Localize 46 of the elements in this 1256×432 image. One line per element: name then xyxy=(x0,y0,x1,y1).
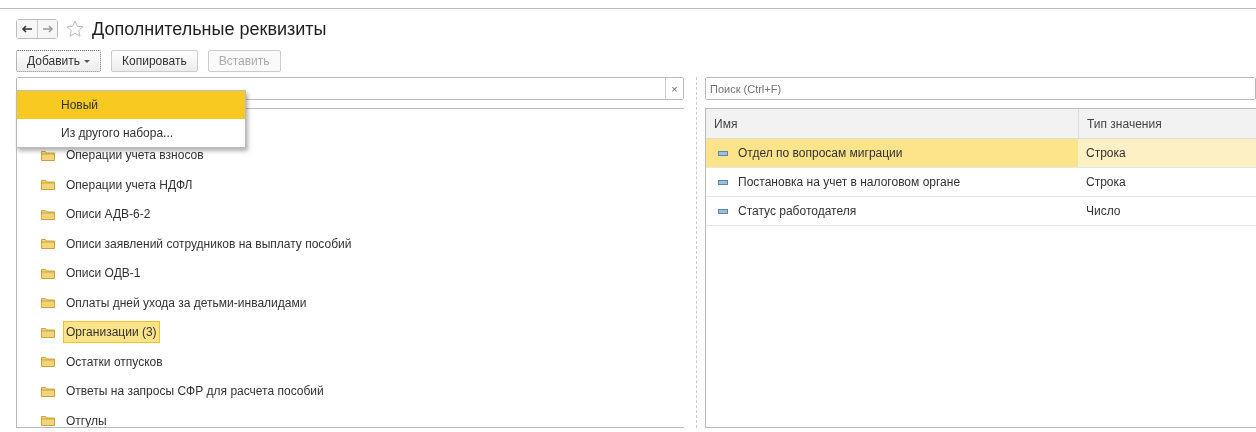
attribute-icon xyxy=(718,150,728,156)
star-icon[interactable] xyxy=(66,20,84,38)
folder-icon xyxy=(41,267,55,279)
attribute-name: Отдел по вопросам миграции xyxy=(738,146,903,160)
table-cell[interactable]: Строка xyxy=(1078,168,1256,196)
attribute-icon xyxy=(718,208,728,214)
folder-icon xyxy=(41,179,55,191)
folder-icon xyxy=(41,415,55,427)
back-arrow-icon xyxy=(21,25,33,33)
caret-icon xyxy=(84,59,91,63)
menu-item[interactable]: Новый xyxy=(17,91,245,119)
toolbar-button[interactable]: Копировать xyxy=(111,50,198,72)
tree-item[interactable]: Остатки отпусков xyxy=(63,350,166,373)
tree-item[interactable]: Операции учета взносов xyxy=(63,144,207,167)
table-cell[interactable]: Постановка на учет в налоговом органе xyxy=(706,168,1078,196)
column-header[interactable]: Тип значения xyxy=(1078,109,1256,138)
folder-icon xyxy=(41,149,55,161)
tree-item[interactable]: Описи АДВ-6-2 xyxy=(63,203,154,226)
folder-icon xyxy=(41,238,55,250)
folder-icon xyxy=(41,297,55,309)
tree-item[interactable]: Операции учета НДФЛ xyxy=(63,173,196,196)
folder-icon xyxy=(41,385,55,397)
folder-icon xyxy=(41,356,55,368)
forward-arrow-icon xyxy=(41,25,54,33)
table-cell[interactable]: Отдел по вопросам миграции xyxy=(706,139,1078,167)
add-dropdown-button[interactable]: Добавить xyxy=(16,50,102,72)
clear-button[interactable]: × xyxy=(665,78,683,99)
attribute-name: Статус работодателя xyxy=(738,204,857,218)
table-cell[interactable]: Строка xyxy=(1078,139,1256,167)
table-cell[interactable]: Число xyxy=(1078,197,1256,225)
attribute-name: Постановка на учет в налоговом органе xyxy=(738,175,961,189)
tree-item[interactable]: Описи ОДВ-1 xyxy=(63,262,144,285)
menu-item[interactable]: Из другого набора... xyxy=(17,119,245,147)
tree-item[interactable]: Ответы на запросы СФР для расчета пособий xyxy=(63,380,327,403)
window-title: Дополнительные реквизиты xyxy=(92,18,327,40)
tree-item[interactable]: Оплаты дней ухода за детьми-инвалидами xyxy=(63,291,310,314)
tree-item[interactable]: Организации (3) xyxy=(63,321,160,344)
attribute-icon xyxy=(718,179,728,185)
back-button[interactable] xyxy=(17,20,37,38)
table-cell[interactable]: Статус работодателя xyxy=(706,197,1078,225)
search-field[interactable]: Поиск (Ctrl+F) xyxy=(705,77,1256,100)
folder-icon xyxy=(41,208,55,220)
column-header[interactable]: Имя xyxy=(706,109,1078,138)
tree-item[interactable]: Отгулы xyxy=(63,409,110,427)
tree-item[interactable]: Описи заявлений сотрудников на выплату пособий xyxy=(63,232,355,255)
folder-icon xyxy=(41,326,55,338)
